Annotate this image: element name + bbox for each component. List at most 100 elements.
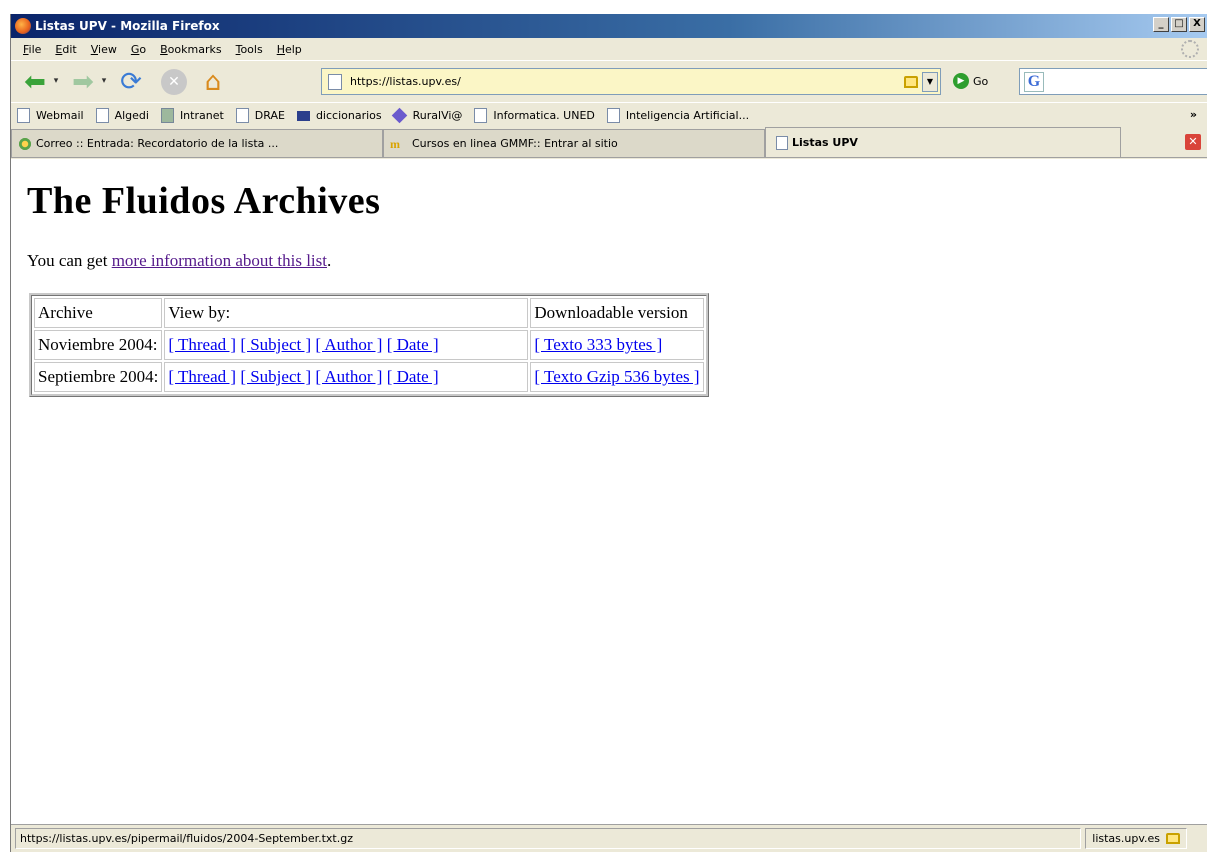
date-link[interactable]: [ Date ]	[387, 367, 439, 386]
menu-bar: File Edit View Go Bookmarks Tools Help	[11, 38, 1207, 60]
title-bar[interactable]: Listas UPV - Mozilla Firefox _ □ X	[11, 14, 1207, 38]
archive-month: Septiembre 2004:	[34, 362, 163, 392]
header-view-by: View by:	[164, 298, 529, 328]
archive-table: Archive View by: Downloadable version No…	[29, 293, 709, 397]
lock-icon[interactable]	[904, 75, 918, 88]
forward-arrow-icon[interactable]: ➡	[67, 66, 99, 98]
page-content: The Fluidos Archives You can get more in…	[11, 159, 1207, 824]
download-link[interactable]: [ Texto Gzip 536 bytes ]	[534, 367, 699, 386]
intranet-icon	[160, 108, 174, 123]
minimize-button[interactable]: _	[1153, 17, 1169, 32]
window-controls: _ □ X	[1153, 17, 1205, 32]
tab-correo[interactable]: Correo :: Entrada: Recordatorio de la li…	[11, 129, 383, 157]
tab-label: Listas UPV	[792, 136, 858, 149]
intro-suffix: .	[327, 251, 332, 270]
header-downloadable: Downloadable version	[530, 298, 704, 328]
search-box[interactable]: G	[1019, 68, 1207, 95]
bookmark-ruralvia[interactable]: RuralVi@	[391, 107, 463, 124]
download-cell: [ Texto 333 bytes ]	[530, 330, 704, 360]
throbber-icon	[1181, 40, 1199, 58]
author-link[interactable]: [ Author ]	[315, 367, 382, 386]
menu-view[interactable]: View	[85, 43, 125, 56]
url-text[interactable]: https://listas.upv.es/	[350, 75, 904, 88]
bookmark-label: Informatica. UNED	[493, 109, 595, 122]
page-icon	[95, 108, 109, 123]
folder-icon	[296, 110, 310, 121]
bookmark-label: Inteligencia Artificial...	[625, 109, 750, 122]
view-by-links: [ Thread ] [ Subject ] [ Author ] [ Date…	[164, 330, 529, 360]
url-bar[interactable]: https://listas.upv.es/ ▼	[321, 68, 941, 95]
bookmark-diccionarios[interactable]: diccionarios	[296, 109, 382, 122]
bookmark-label: DRAE	[254, 109, 285, 122]
google-icon[interactable]: G	[1024, 71, 1044, 92]
tab-label: Cursos en linea GMMF:: Entrar al sitio	[412, 137, 618, 150]
close-tab-icon[interactable]: ✕	[1185, 134, 1201, 150]
bookmark-inteligencia-artificial[interactable]: Inteligencia Artificial...	[606, 108, 750, 123]
navigation-toolbar: ⬅ ▾ ➡ ▾ ⟳ ✕ ⌂ https://listas.upv.es/ ▼ ▶…	[11, 60, 1207, 102]
forward-dropdown-icon[interactable]: ▾	[99, 66, 109, 98]
menu-go[interactable]: Go	[125, 43, 154, 56]
subject-link[interactable]: [ Subject ]	[240, 335, 311, 354]
header-archive: Archive	[34, 298, 163, 328]
back-arrow-icon[interactable]: ⬅	[19, 66, 51, 98]
bookmark-informatica-uned[interactable]: Informatica. UNED	[474, 108, 595, 123]
moodle-favicon-icon: m	[390, 136, 400, 151]
window-title: Listas UPV - Mozilla Firefox	[35, 19, 220, 33]
menu-help[interactable]: Help	[271, 43, 310, 56]
status-host[interactable]: listas.upv.es	[1085, 828, 1187, 849]
author-link[interactable]: [ Author ]	[315, 335, 382, 354]
bookmarks-overflow-chevron[interactable]: »	[1190, 108, 1197, 121]
bookmark-intranet[interactable]: Intranet	[160, 108, 224, 123]
page-icon	[474, 108, 488, 123]
archive-month: Noviembre 2004:	[34, 330, 163, 360]
tab-cursos[interactable]: m Cursos en linea GMMF:: Entrar al sitio	[383, 129, 765, 157]
table-row: Septiembre 2004: [ Thread ] [ Subject ] …	[34, 362, 704, 392]
menu-file[interactable]: File	[17, 43, 49, 56]
tab-listas-upv[interactable]: Listas UPV	[765, 127, 1121, 157]
reload-icon[interactable]: ⟳	[115, 66, 147, 98]
intro-paragraph: You can get more information about this …	[27, 251, 1207, 271]
more-information-link[interactable]: more information about this list	[112, 251, 327, 270]
tab-bar: Correo :: Entrada: Recordatorio de la li…	[11, 127, 1207, 158]
go-button[interactable]: ▶ Go	[953, 73, 988, 89]
bookmark-drae[interactable]: DRAE	[235, 108, 285, 123]
bookmark-webmail[interactable]: Webmail	[17, 108, 84, 123]
page-title: The Fluidos Archives	[27, 180, 381, 222]
table-row: Noviembre 2004: [ Thread ] [ Subject ] […	[34, 330, 704, 360]
menu-edit[interactable]: Edit	[49, 43, 84, 56]
thread-link[interactable]: [ Thread ]	[168, 367, 236, 386]
status-bar: https://listas.upv.es/pipermail/fluidos/…	[11, 824, 1207, 852]
table-header-row: Archive View by: Downloadable version	[34, 298, 704, 328]
bookmark-label: Algedi	[114, 109, 149, 122]
site-page-icon	[328, 73, 342, 90]
status-text: https://listas.upv.es/pipermail/fluidos/…	[15, 828, 1082, 849]
menu-tools[interactable]: Tools	[230, 43, 271, 56]
bookmark-label: RuralVi@	[412, 109, 463, 122]
date-link[interactable]: [ Date ]	[387, 335, 439, 354]
go-arrow-icon: ▶	[953, 73, 969, 89]
go-label: Go	[973, 74, 989, 88]
lock-icon[interactable]	[1166, 833, 1180, 844]
subject-link[interactable]: [ Subject ]	[240, 367, 311, 386]
page-icon	[235, 108, 249, 123]
thread-link[interactable]: [ Thread ]	[168, 335, 236, 354]
bookmarks-toolbar: Webmail Algedi Intranet DRAE diccionario…	[11, 102, 1207, 128]
menu-bookmarks[interactable]: Bookmarks	[154, 43, 229, 56]
bookmark-algedi[interactable]: Algedi	[95, 108, 149, 123]
bookmark-label: diccionarios	[315, 109, 382, 122]
stop-icon[interactable]: ✕	[161, 68, 187, 95]
download-cell: [ Texto Gzip 536 bytes ]	[530, 362, 704, 392]
firefox-icon	[15, 18, 31, 34]
tab-label: Correo :: Entrada: Recordatorio de la li…	[36, 137, 279, 150]
bookmark-label: Webmail	[36, 109, 84, 122]
browser-window: Listas UPV - Mozilla Firefox _ □ X File …	[10, 14, 1207, 852]
intro-prefix: You can get	[27, 251, 112, 270]
webmail-favicon-icon	[18, 136, 32, 151]
home-icon[interactable]: ⌂	[197, 66, 229, 98]
close-button[interactable]: X	[1189, 17, 1205, 32]
status-host-label: listas.upv.es	[1092, 832, 1160, 845]
download-link[interactable]: [ Texto 333 bytes ]	[534, 335, 662, 354]
url-dropdown-icon[interactable]: ▼	[922, 71, 938, 92]
back-dropdown-icon[interactable]: ▾	[51, 66, 61, 98]
maximize-button[interactable]: □	[1171, 17, 1187, 32]
